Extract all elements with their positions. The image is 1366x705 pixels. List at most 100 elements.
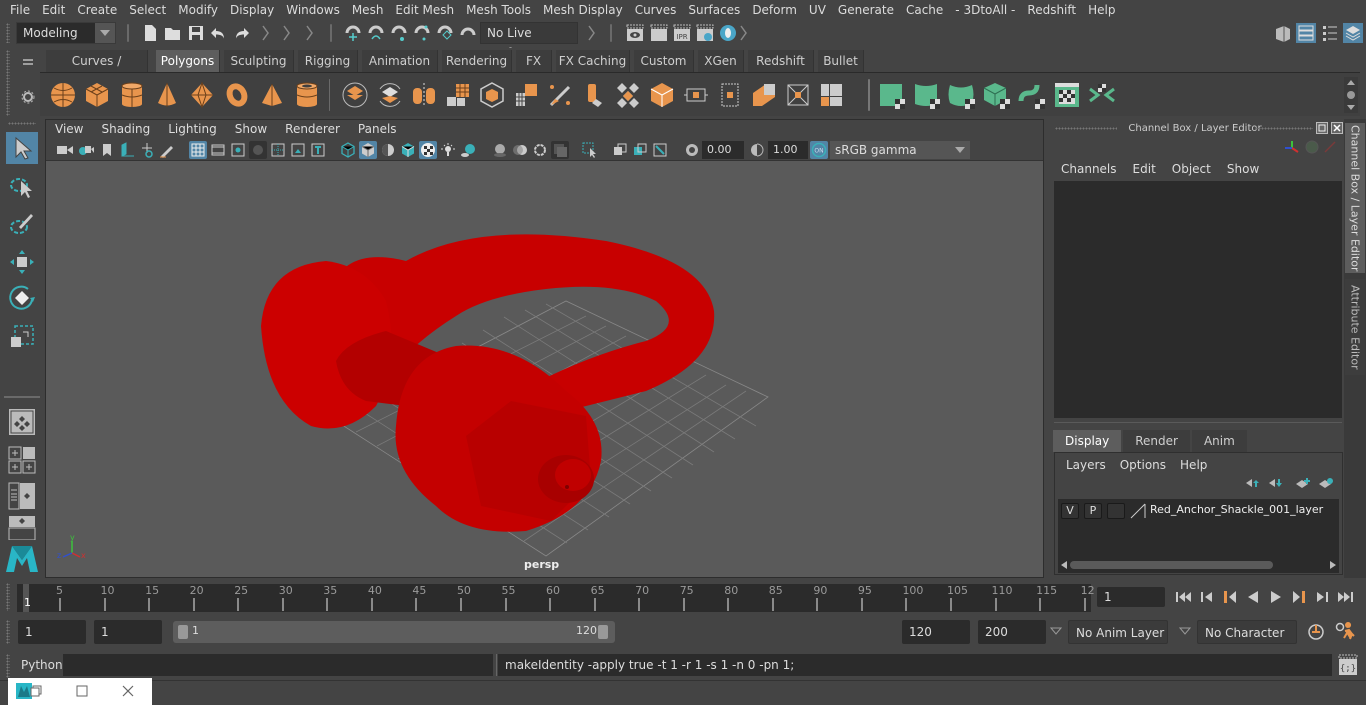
wedge-icon[interactable]: [784, 81, 812, 109]
current-frame-field[interactable]: 1: [1097, 587, 1165, 607]
shelf-tab-bullet[interactable]: Bullet: [818, 50, 864, 72]
layer-visibility-toggle[interactable]: V: [1061, 503, 1079, 519]
poly-platonic-icon[interactable]: [188, 81, 216, 109]
smooth-shade-icon[interactable]: [359, 141, 377, 159]
playback-end-field[interactable]: 120: [902, 620, 970, 644]
restore-icon[interactable]: [30, 685, 42, 697]
move-layer-down-icon[interactable]: [1268, 477, 1284, 489]
step-back-key-button[interactable]: [1220, 588, 1240, 606]
step-back-frame-button[interactable]: [1197, 588, 1217, 606]
viewport-menu-lighting[interactable]: Lighting: [159, 120, 226, 139]
rotate-tool-button[interactable]: [6, 282, 38, 314]
viewport-scene[interactable]: y x z: [46, 161, 1043, 577]
shelf-tab-rendering[interactable]: Rendering: [442, 50, 512, 72]
menu-file[interactable]: File: [0, 0, 36, 20]
shelf-tab-animation[interactable]: Animation: [362, 50, 438, 72]
auto-key-icon[interactable]: [1306, 622, 1326, 642]
camera-attributes-icon[interactable]: [77, 141, 95, 159]
command-line-grip[interactable]: [6, 654, 10, 678]
menu-edit-mesh[interactable]: Edit Mesh: [389, 0, 460, 20]
single-pane-layout-button[interactable]: [6, 406, 38, 438]
hypershade-icon[interactable]: [719, 24, 737, 42]
outliner-persp-layout-button[interactable]: [6, 480, 38, 512]
extrude-icon[interactable]: [580, 81, 608, 109]
speed-toggle-icon[interactable]: [1305, 140, 1319, 154]
create-layer-from-selected-icon[interactable]: [1318, 477, 1334, 489]
four-pane-layout-button[interactable]: [6, 444, 38, 476]
snap-curve-icon[interactable]: [366, 23, 386, 43]
mirror-icon[interactable]: [410, 81, 438, 109]
bridge-icon[interactable]: [614, 81, 642, 109]
shelf-tab-redshift[interactable]: Redshift: [748, 50, 814, 72]
viewport-menu-view[interactable]: View: [46, 120, 92, 139]
menu-windows[interactable]: Windows: [280, 0, 346, 20]
undo-icon[interactable]: [210, 25, 228, 41]
range-slider-grip[interactable]: [6, 620, 10, 644]
save-scene-icon[interactable]: [188, 24, 204, 42]
close-icon[interactable]: [1331, 122, 1343, 134]
anim-layer-dropdown[interactable]: No Anim Layer: [1068, 620, 1168, 644]
viewport-menu-panels[interactable]: Panels: [349, 120, 406, 139]
redo-icon[interactable]: [232, 25, 250, 41]
layer-playback-toggle[interactable]: P: [1084, 503, 1102, 519]
smooth-icon[interactable]: [444, 81, 472, 109]
object-menu[interactable]: Object: [1164, 159, 1219, 179]
snap-point-icon[interactable]: [389, 23, 409, 43]
select-camera-icon[interactable]: [56, 141, 74, 159]
make-live-icon[interactable]: [458, 23, 478, 43]
chevron-down-icon[interactable]: [1179, 627, 1191, 635]
shelf-tab-fx[interactable]: FX: [516, 50, 552, 72]
gear-icon[interactable]: [21, 90, 35, 104]
maximize-icon[interactable]: [76, 685, 88, 697]
lasso-tool-button[interactable]: [6, 170, 38, 202]
merge-icon[interactable]: [716, 81, 744, 109]
shelf-grip[interactable]: [6, 50, 10, 116]
wireframe-icon[interactable]: [339, 141, 357, 159]
character-set-dropdown[interactable]: No Character Set: [1197, 620, 1297, 664]
move-layer-up-icon[interactable]: [1245, 477, 1261, 489]
shelf-tab-curves-surfaces[interactable]: Curves / Surfaces: [46, 50, 148, 90]
cylindrical-mapping-icon[interactable]: [913, 81, 941, 109]
manipulator-axis-icon[interactable]: [1283, 139, 1301, 157]
shelf-tab-fx-caching[interactable]: FX Caching: [556, 50, 630, 72]
render-frame-icon[interactable]: [650, 24, 668, 42]
show-menu[interactable]: Show: [1219, 159, 1267, 179]
menu-help[interactable]: Help: [1082, 0, 1121, 20]
tab-anim[interactable]: Anim: [1191, 430, 1247, 452]
create-empty-layer-icon[interactable]: [1295, 477, 1311, 489]
grid-toggle-icon[interactable]: [189, 141, 207, 159]
script-language-toggle[interactable]: Python: [21, 658, 63, 672]
planar-mapping-icon[interactable]: [878, 81, 906, 109]
spherical-mapping-icon[interactable]: [948, 81, 976, 109]
play-forwards-button[interactable]: [1266, 588, 1286, 606]
gamma-field[interactable]: 1.00: [768, 141, 808, 159]
layer-color-swatch-icon[interactable]: [1130, 503, 1146, 519]
menu-uv[interactable]: UV: [803, 0, 832, 20]
exposure-icon[interactable]: [683, 141, 701, 159]
range-end-handle[interactable]: [598, 625, 608, 639]
playback-start-field[interactable]: 1: [94, 620, 162, 644]
menu-mesh[interactable]: Mesh: [346, 0, 390, 20]
snap-view-plane-icon[interactable]: [412, 23, 432, 43]
xray-active-components-icon[interactable]: [631, 141, 649, 159]
tab-render[interactable]: Render: [1123, 430, 1190, 452]
merge-to-center-icon[interactable]: [818, 81, 846, 109]
animation-end-field[interactable]: 200: [978, 620, 1046, 644]
exposure-field[interactable]: 0.00: [702, 141, 744, 159]
shelf-tab-polygons[interactable]: Polygons: [156, 50, 220, 72]
collapse-arrow-icon[interactable]: [283, 25, 291, 41]
script-editor-icon[interactable]: {;}: [1338, 654, 1358, 676]
panel-splitter[interactable]: [1054, 422, 1342, 423]
poly-cylinder-icon[interactable]: [118, 81, 146, 109]
bookmark-icon[interactable]: [98, 141, 116, 159]
modeling-toolkit-icon[interactable]: [1272, 23, 1292, 43]
menu-mesh-tools[interactable]: Mesh Tools: [460, 0, 537, 20]
image-plane-icon[interactable]: [118, 141, 136, 159]
open-scene-icon[interactable]: [164, 25, 182, 41]
depth-of-field-icon[interactable]: [551, 141, 569, 159]
go-to-end-button[interactable]: [1335, 588, 1355, 606]
2d-pan-zoom-icon[interactable]: [138, 141, 156, 159]
toolbox-grip[interactable]: [8, 122, 36, 125]
channel-box-content[interactable]: [1054, 181, 1342, 418]
isolate-select-icon[interactable]: [581, 141, 599, 159]
